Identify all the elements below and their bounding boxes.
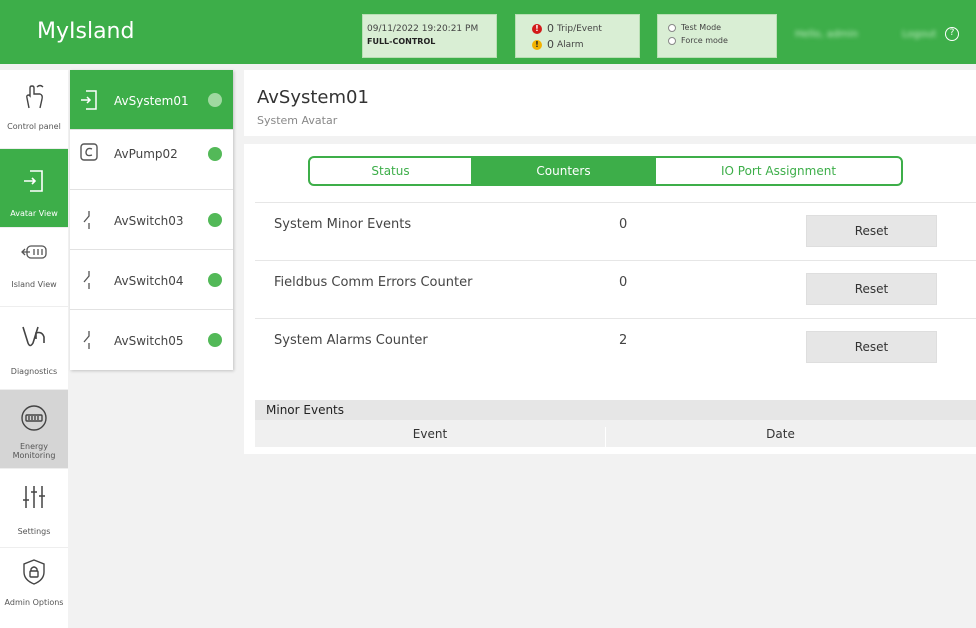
help-icon[interactable]: ? xyxy=(945,27,959,41)
switch-icon xyxy=(83,331,90,349)
check-icon xyxy=(208,333,222,347)
tab-bar: Status Counters IO Port Assignment xyxy=(308,156,903,186)
alarm-warning-icon: ! xyxy=(532,39,542,50)
device-name: AvSwitch05 xyxy=(114,334,184,348)
device-name: AvSwitch04 xyxy=(114,274,184,288)
minor-events-header: Minor Events xyxy=(255,400,976,420)
nav-item-admin-options[interactable]: Admin Options xyxy=(0,548,68,627)
force-mode-option[interactable]: Force mode xyxy=(668,36,728,45)
column-header-date[interactable]: Date xyxy=(605,427,955,447)
device-name: AvSystem01 xyxy=(114,94,189,108)
switch-icon xyxy=(83,271,90,289)
minor-events-title: Minor Events xyxy=(266,403,345,417)
tab-counters[interactable]: Counters xyxy=(471,158,656,184)
check-icon xyxy=(208,147,222,161)
reset-button[interactable]: Reset xyxy=(806,331,937,363)
control-mode-text: FULL-CONTROL xyxy=(367,37,436,46)
sliders-icon xyxy=(23,486,45,508)
device-list: AvSystem01 AvPump02 AvSwitch03 AvSwitch0… xyxy=(70,70,233,370)
divider xyxy=(244,136,976,144)
trip-row: ! 0 Trip/Event xyxy=(532,22,602,35)
counter-value: 0 xyxy=(619,275,628,290)
check-icon xyxy=(208,213,222,227)
tab-io-port-assignment[interactable]: IO Port Assignment xyxy=(656,158,901,184)
alarm-label: Alarm xyxy=(557,39,584,50)
nav-label: Island View xyxy=(11,280,57,289)
counter-row: Fieldbus Comm Errors Counter 0 Reset xyxy=(255,260,976,318)
alarm-count: 0 xyxy=(547,38,554,51)
device-item-avsystem01[interactable]: AvSystem01 xyxy=(70,70,233,130)
counter-row: System Minor Events 0 Reset xyxy=(255,202,976,260)
test-mode-label: Test Mode xyxy=(681,23,722,32)
counter-label: Fieldbus Comm Errors Counter xyxy=(274,275,473,290)
trip-label: Trip/Event xyxy=(557,23,602,34)
counter-label: System Minor Events xyxy=(274,217,412,232)
check-icon xyxy=(208,93,222,107)
nav-item-avatar-view[interactable]: Avatar View xyxy=(0,149,68,228)
device-panel: AvSystem01 System Avatar Status Counters… xyxy=(244,70,976,454)
test-mode-radio[interactable] xyxy=(668,23,676,32)
events-table-header: Event Date xyxy=(255,420,976,448)
trip-count: 0 xyxy=(547,22,554,35)
alerts-box[interactable]: ! 0 Trip/Event ! 0 Alarm xyxy=(515,14,640,58)
device-name: AvSwitch03 xyxy=(114,214,184,228)
device-item-avswitch03[interactable]: AvSwitch03 xyxy=(70,190,233,250)
device-item-avswitch05[interactable]: AvSwitch05 xyxy=(70,310,233,370)
mode-box: Test Mode Force mode xyxy=(657,14,777,58)
stethoscope-icon xyxy=(22,326,45,347)
switch-icon xyxy=(83,211,90,229)
status-box: 09/11/2022 19:20:21 PM FULL-CONTROL xyxy=(362,14,497,58)
nav-item-island-view[interactable]: Island View xyxy=(0,228,68,307)
datetime-text: 09/11/2022 19:20:21 PM xyxy=(367,24,479,34)
trip-alert-icon: ! xyxy=(532,23,542,34)
page-title: AvSystem01 xyxy=(257,87,369,108)
force-mode-label: Force mode xyxy=(681,36,728,45)
system-icon xyxy=(81,90,97,110)
counter-value: 0 xyxy=(619,217,628,232)
nav-item-control-panel[interactable]: Control panel xyxy=(0,70,68,149)
nav-label: Avatar View xyxy=(10,209,58,218)
device-item-avswitch04[interactable]: AvSwitch04 xyxy=(70,250,233,310)
pump-icon xyxy=(80,143,98,161)
counter-value: 2 xyxy=(619,333,628,348)
nav-label: Admin Options xyxy=(4,598,64,607)
force-mode-radio[interactable] xyxy=(668,36,676,45)
test-mode-option[interactable]: Test Mode xyxy=(668,23,721,32)
avatar-login-icon xyxy=(24,170,43,192)
page-subtitle: System Avatar xyxy=(257,114,338,127)
tab-status[interactable]: Status xyxy=(310,158,471,184)
main-nav: Control panel Avatar View Island View Di… xyxy=(0,70,68,628)
user-greeting: Hello, admin xyxy=(795,29,859,40)
nav-item-energy-monitoring[interactable]: Energy Monitoring xyxy=(0,390,68,469)
nav-label: Settings xyxy=(17,527,51,536)
hand-touch-icon xyxy=(26,84,44,109)
logout-link[interactable]: Logout xyxy=(902,29,936,40)
counter-label: System Alarms Counter xyxy=(274,333,428,348)
nav-label: Diagnostics xyxy=(10,367,58,376)
top-bar: MyIsland 09/11/2022 19:20:21 PM FULL-CON… xyxy=(0,0,976,64)
reset-button[interactable]: Reset xyxy=(806,273,937,305)
column-header-event[interactable]: Event xyxy=(255,427,605,441)
app-title: MyIsland xyxy=(37,19,135,44)
island-icon xyxy=(21,245,47,259)
nav-item-diagnostics[interactable]: Diagnostics xyxy=(0,307,68,390)
nav-label: Energy Monitoring xyxy=(12,442,56,460)
device-item-avpump02[interactable]: AvPump02 xyxy=(70,130,233,190)
alarm-row: ! 0 Alarm xyxy=(532,38,583,51)
reset-button[interactable]: Reset xyxy=(806,215,937,247)
lock-shield-icon xyxy=(23,559,45,585)
counter-row: System Alarms Counter 2 Reset xyxy=(255,318,976,376)
nav-label: Control panel xyxy=(7,122,61,131)
device-name: AvPump02 xyxy=(114,147,178,161)
check-icon xyxy=(208,273,222,287)
nav-item-settings[interactable]: Settings xyxy=(0,469,68,548)
meter-icon xyxy=(21,405,47,431)
